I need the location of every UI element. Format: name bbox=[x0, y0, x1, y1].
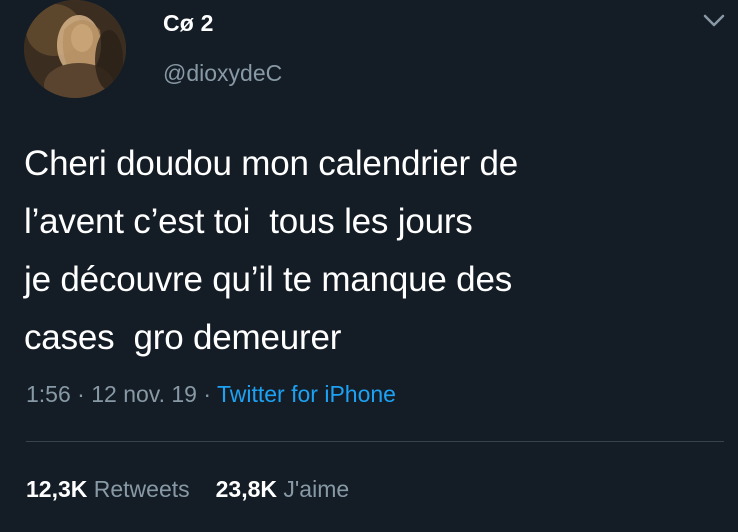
tweet-text-line: Cheri doudou mon calendrier de bbox=[24, 144, 519, 183]
retweets-label: Retweets bbox=[93, 476, 190, 502]
user-handle[interactable]: @dioxydeC bbox=[163, 60, 282, 87]
avatar[interactable] bbox=[24, 0, 126, 98]
chevron-down-icon[interactable] bbox=[703, 13, 725, 29]
divider bbox=[26, 441, 724, 442]
tweet-card: Cø 2 @dioxydeC Cheri doudou mon calendri… bbox=[0, 0, 738, 532]
retweets-stat[interactable]: 12,3K Retweets bbox=[26, 476, 190, 502]
tweet-text-line: l’avent c’est toi tous les jours bbox=[24, 202, 473, 241]
likes-label: J'aime bbox=[283, 476, 350, 502]
likes-count: 23,8K bbox=[215, 476, 278, 502]
likes-stat[interactable]: 23,8K J'aime bbox=[216, 476, 350, 502]
tweet-text-line: cases gro demeurer bbox=[24, 318, 342, 357]
tweet-source-link[interactable]: Twitter for iPhone bbox=[217, 381, 396, 407]
tweet-text: Cheri doudou mon calendrier de l’avent c’… bbox=[24, 135, 714, 367]
display-name[interactable]: Cø 2 bbox=[163, 10, 214, 37]
retweets-count: 12,3K bbox=[26, 476, 88, 502]
avatar-image bbox=[24, 0, 126, 98]
meta-separator: · bbox=[77, 381, 85, 407]
meta-separator: · bbox=[203, 381, 211, 407]
tweet-metadata: 1:56 · 12 nov. 19 · Twitter for iPhone bbox=[26, 381, 396, 408]
tweet-time[interactable]: 1:56 bbox=[26, 381, 71, 407]
tweet-text-line: je découvre qu’il te manque des bbox=[24, 260, 513, 299]
tweet-date[interactable]: 12 nov. 19 bbox=[91, 381, 197, 407]
tweet-stats: 12,3K Retweets 23,8K J'aime bbox=[26, 476, 375, 503]
